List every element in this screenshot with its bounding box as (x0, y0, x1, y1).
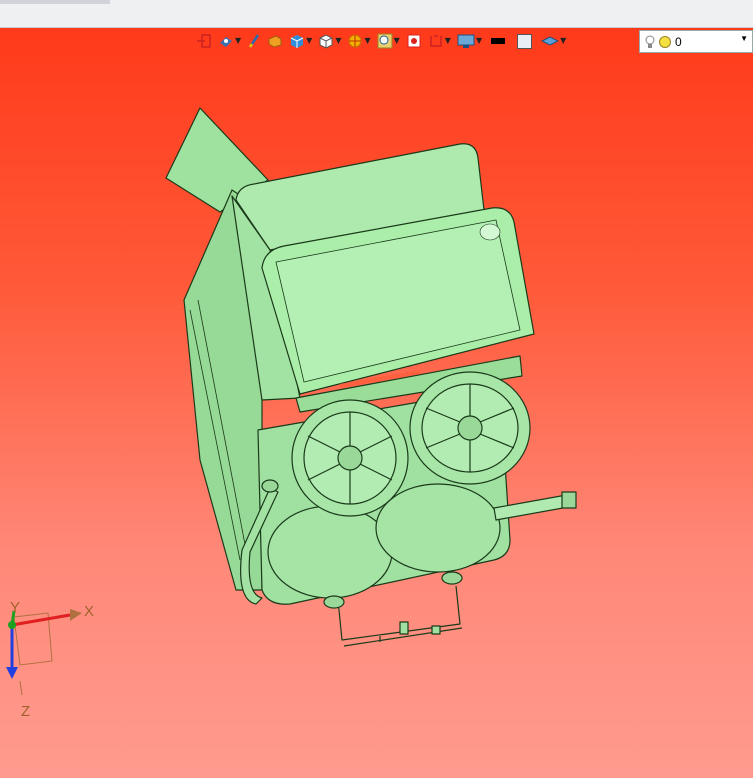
exit-sketch-button[interactable] (195, 31, 213, 51)
iso-view-button[interactable]: ▼ (317, 31, 342, 51)
zoom-button[interactable]: ▼ (376, 31, 401, 51)
exit-sketch-icon (197, 34, 211, 48)
pulley-left (291, 399, 409, 517)
tank-left (267, 505, 393, 599)
tank-right (375, 483, 501, 573)
axis-y-label: Y (10, 599, 21, 616)
iso-view-icon (319, 34, 333, 49)
frame-button[interactable]: ▼ (427, 31, 452, 51)
tab-stub (0, 0, 110, 4)
color-black-icon (491, 38, 506, 44)
bottom-frame (337, 585, 463, 647)
section-button[interactable]: ▼ (346, 31, 371, 51)
box-select-icon (268, 35, 282, 48)
axis-z-label: Z (21, 703, 31, 720)
edge-color-button[interactable] (487, 31, 509, 51)
view-cube-icon (290, 35, 304, 48)
pulley-right (409, 371, 531, 485)
view-cube-button[interactable]: ▼ (288, 31, 313, 51)
display-icon (457, 34, 475, 48)
background-icon (517, 33, 533, 49)
render-mode-icon (220, 37, 232, 47)
frame-icon (430, 35, 442, 47)
axis-x-label: X (84, 603, 95, 620)
layer-button[interactable]: ▼ (540, 31, 567, 51)
background-button[interactable] (513, 31, 536, 51)
light-value: 0 (675, 34, 682, 49)
section-icon (348, 34, 362, 48)
lightbulb-icon (645, 35, 655, 48)
fit-icon (407, 34, 421, 48)
zoom-icon (377, 33, 393, 49)
box-select-button[interactable] (266, 31, 284, 51)
pencil-button[interactable] (246, 31, 262, 51)
machine-model[interactable] (0, 28, 753, 778)
light-select[interactable]: 0 ▼ (639, 30, 753, 53)
view-toolbar: ▼ ▼ ▼ ▼ ▼ ▼ ▼ ▼ (195, 30, 567, 52)
render-mode-button[interactable]: ▼ (217, 31, 242, 51)
window-top-strip (0, 0, 753, 28)
display-button[interactable]: ▼ (456, 31, 483, 51)
light-dot-icon (659, 35, 671, 48)
fit-button[interactable] (405, 31, 423, 51)
layer-icon (541, 36, 560, 46)
chevron-down-icon: ▼ (740, 34, 748, 43)
pencil-icon (249, 34, 260, 48)
